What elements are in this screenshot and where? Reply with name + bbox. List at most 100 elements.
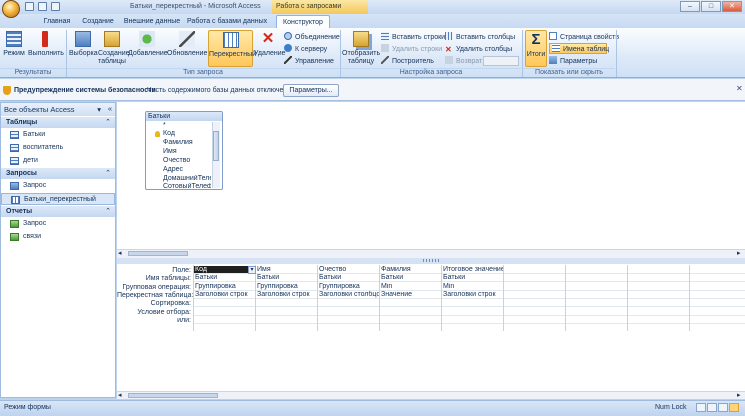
grid-cell[interactable]: Батьки — [380, 274, 442, 283]
tab-external-data[interactable]: Внешние данные — [122, 15, 182, 28]
grid-cell[interactable] — [380, 316, 442, 325]
grid-cell[interactable] — [504, 274, 566, 283]
field-dropdown-chevron-down-icon[interactable]: ▾ — [248, 266, 256, 274]
grid-cell[interactable] — [566, 299, 628, 308]
nav-item-query[interactable]: Запрос — [1, 180, 115, 192]
grid-cell[interactable] — [194, 299, 256, 308]
grid-cell[interactable]: Батьки — [318, 274, 380, 283]
insert-columns-button[interactable]: Вставить столбцы — [445, 32, 515, 43]
grid-cell[interactable] — [442, 299, 504, 308]
datasheet-view-icon[interactable] — [696, 403, 706, 412]
totals-button[interactable]: Σ Итоги — [525, 30, 547, 67]
nav-section-tables[interactable]: Таблицы ⌃ — [1, 117, 115, 128]
show-table-button[interactable]: Отобразить таблицу — [342, 30, 380, 67]
table-icon — [10, 131, 19, 139]
upper-pane-scrollbar[interactable] — [117, 249, 745, 258]
grid-cell[interactable] — [256, 316, 318, 325]
nav-section-queries[interactable]: Запросы ⌃ — [1, 168, 115, 179]
append-button[interactable]: Добавление — [128, 30, 168, 67]
table-names-button[interactable]: Имена таблиц — [549, 43, 609, 54]
grid-cell[interactable] — [318, 316, 380, 325]
data-definition-button[interactable]: Управление — [284, 56, 334, 67]
run-button[interactable]: Выполнить — [28, 30, 64, 67]
grid-cell[interactable] — [690, 274, 745, 283]
scroll-left-icon[interactable]: ◂ — [118, 391, 122, 399]
nav-section-reports[interactable]: Отчеты ⌃ — [1, 206, 115, 217]
minimize-button[interactable]: – — [680, 1, 700, 12]
nav-item-table[interactable]: Батьки — [1, 129, 115, 141]
grid-cell[interactable] — [628, 316, 690, 325]
scroll-right-icon[interactable]: ▸ — [737, 391, 741, 399]
close-button[interactable]: ✕ — [722, 1, 742, 12]
nav-item-table[interactable]: дети — [1, 155, 115, 167]
grid-cell[interactable] — [628, 299, 690, 308]
field-list-item[interactable]: * — [163, 122, 166, 129]
grid-cell[interactable] — [318, 299, 380, 308]
security-options-button[interactable]: Параметры... — [283, 84, 339, 97]
property-sheet-button[interactable]: Страница свойств — [549, 32, 619, 43]
crosstab-button[interactable]: Перекрестный — [208, 30, 256, 67]
field-list-item[interactable]: Код — [163, 130, 175, 137]
nav-item-report[interactable]: Запрос — [1, 218, 115, 230]
delete-columns-button[interactable]: ✕ Удалить столбцы — [445, 44, 512, 55]
design-view-icon[interactable] — [729, 403, 739, 412]
grid-cell[interactable] — [256, 299, 318, 308]
union-button[interactable]: Объединение — [284, 32, 340, 43]
primary-key-icon — [155, 131, 160, 137]
builder-button[interactable]: Построитель — [381, 56, 434, 67]
field-list-item[interactable]: ДомашнийТелеф — [163, 175, 211, 182]
grid-cell[interactable]: Батьки — [194, 274, 256, 283]
grid-cell[interactable] — [566, 274, 628, 283]
tab-database-tools[interactable]: Работа с базами данных — [187, 15, 267, 28]
chevron-down-icon[interactable]: ▾ — [97, 105, 101, 114]
grid-cell[interactable] — [442, 316, 504, 325]
delete-rows-button[interactable]: Удалить строки — [381, 44, 442, 55]
grid-cell[interactable] — [628, 274, 690, 283]
close-icon[interactable]: ✕ — [736, 84, 743, 93]
shutter-bar-icon[interactable]: « — [108, 104, 112, 113]
save-icon[interactable] — [25, 2, 34, 11]
delete-query-button[interactable]: ✕ Удаление — [254, 30, 286, 67]
grid-cell[interactable]: Батьки — [256, 274, 318, 283]
nav-item-report[interactable]: связи — [1, 231, 115, 243]
grid-cell[interactable] — [690, 316, 745, 325]
return-dropdown[interactable] — [483, 56, 519, 66]
field-list-item[interactable]: Очество — [163, 157, 190, 164]
field-list-item[interactable]: Фамилия — [163, 139, 193, 146]
grid-cell[interactable] — [690, 299, 745, 308]
field-list-title[interactable]: Батьки — [146, 112, 222, 121]
scroll-right-icon[interactable]: ▸ — [737, 249, 741, 257]
field-list-item[interactable]: Адрес — [163, 166, 183, 173]
grid-cell[interactable] — [504, 299, 566, 308]
office-button-icon[interactable] — [2, 0, 20, 18]
parameters-button[interactable]: Параметры — [549, 56, 597, 67]
scroll-left-icon[interactable]: ◂ — [118, 249, 122, 257]
pivottable-view-icon[interactable] — [707, 403, 717, 412]
undo-icon[interactable] — [38, 2, 47, 11]
grid-cell[interactable] — [566, 316, 628, 325]
upper-scroll-thumb[interactable] — [128, 251, 188, 256]
tab-home[interactable]: Главная — [41, 15, 73, 28]
sql-view-icon[interactable] — [718, 403, 728, 412]
grid-cell[interactable] — [380, 299, 442, 308]
maximize-button[interactable]: □ — [701, 1, 721, 12]
grid-cell[interactable] — [504, 316, 566, 325]
redo-icon[interactable] — [51, 2, 60, 11]
nav-item-table[interactable]: воспитатель — [1, 142, 115, 154]
update-button[interactable]: Обновление — [167, 30, 207, 67]
grid-scroll-thumb[interactable] — [128, 393, 218, 398]
tab-create[interactable]: Создание — [80, 15, 116, 28]
tab-design[interactable]: Конструктор — [276, 15, 330, 28]
field-list-item[interactable]: Имя — [163, 148, 177, 155]
pass-through-button[interactable]: К серверу — [284, 44, 327, 55]
grid-cell[interactable]: Батьки — [442, 274, 504, 283]
field-list-scroll-thumb[interactable] — [213, 131, 219, 161]
select-query-button[interactable]: Выборка — [69, 30, 98, 67]
insert-rows-button[interactable]: Вставить строки — [381, 32, 445, 43]
grid-cell[interactable] — [194, 316, 256, 325]
nav-item-query-selected[interactable]: Батьки_перекрестный — [1, 193, 115, 205]
make-table-button[interactable]: Создание таблицы — [98, 30, 130, 67]
view-mode-button[interactable]: Режим — [2, 30, 26, 67]
nav-pane-header[interactable]: Все объекты Access ▾ « — [1, 103, 115, 116]
field-list-item[interactable]: СотовыйТелефон — [163, 183, 211, 188]
